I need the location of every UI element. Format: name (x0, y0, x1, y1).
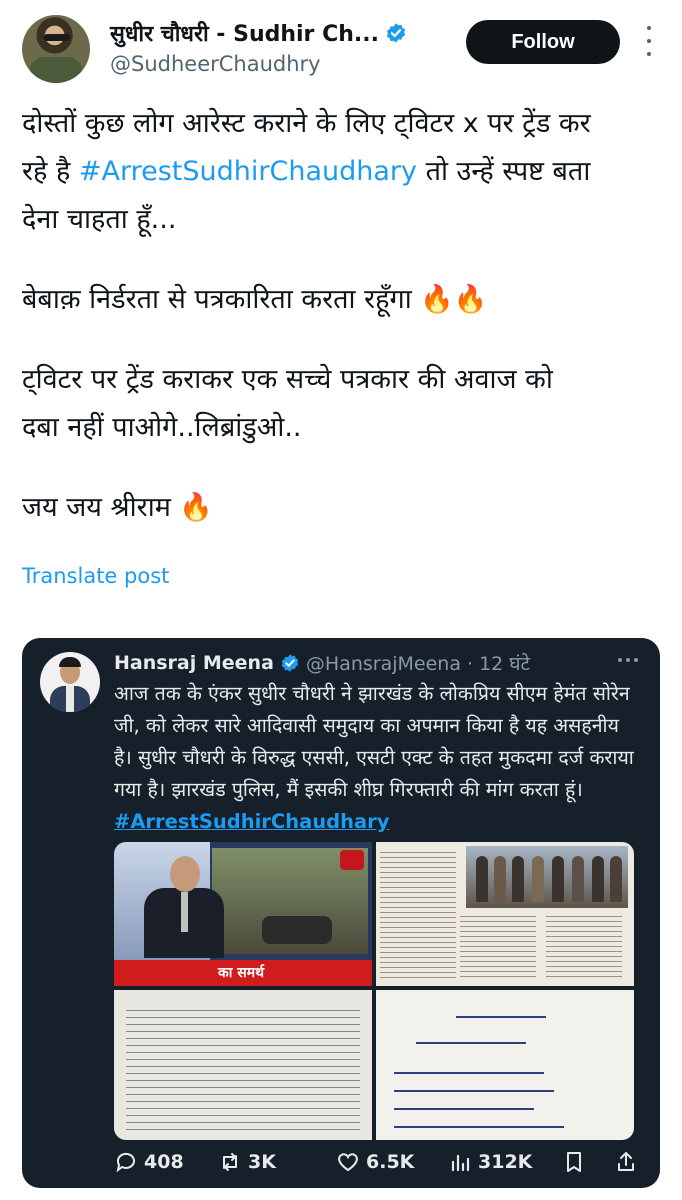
newspaper-clipping-image (376, 842, 634, 986)
quoted-author-name: Hansraj Meena (114, 652, 274, 674)
quoted-post-text: आज तक के एंकर सुधीर चौधरी ने झारखंड के ल… (114, 678, 640, 838)
translate-post-link[interactable]: Translate post (22, 564, 169, 588)
repost-stat: 3K (218, 1150, 276, 1174)
author-display-name[interactable]: सुधीर चौधरी - Sudhir Ch... (110, 18, 379, 48)
post-paragraph-4: जय जय श्रीराम 🔥 (22, 492, 214, 523)
post-paragraph-2: बेबाक़ निर्डरता से पत्रकारिता करता रहूँग… (22, 284, 488, 315)
post-header: सुधीर चौधरी - Sudhir Ch... @SudheerChaud… (0, 0, 682, 90)
hashtag-link[interactable]: #ArrestSudhirChaudhary (79, 156, 417, 187)
complaint-letter-image (114, 990, 372, 1140)
post-paragraph-3-line-1: ट्विटर पर ट्रेंड कराकर एक सच्चे पत्रकार … (22, 364, 553, 395)
signature-list-image (376, 990, 634, 1140)
verified-badge-icon (281, 654, 299, 672)
reply-icon (116, 1152, 135, 1173)
post-paragraph-3-line-2: दबा नहीं पाओगे..लिब्रांडुओ.. (22, 412, 302, 443)
more-options-icon[interactable] (636, 26, 662, 56)
like-stat: 6.5K (336, 1150, 414, 1174)
reply-count: 408 (144, 1151, 184, 1173)
bookmark-icon (567, 1152, 581, 1172)
author-name-row: सुधीर चौधरी - Sudhir Ch... (110, 18, 407, 48)
post-line-2-start: रहे है (22, 156, 79, 187)
news-anchor-image: का समर्थ (114, 842, 372, 986)
reply-stat: 408 (114, 1150, 184, 1174)
more-options-icon (618, 658, 638, 662)
author-handle[interactable]: @SudheerChaudhry (110, 52, 321, 76)
share-icon (618, 1152, 634, 1171)
like-icon (338, 1153, 358, 1172)
avatar-jacket-shape (30, 57, 82, 83)
post-text: दोस्तों कुछ लोग आरेस्ट कराने के लिए ट्वि… (22, 100, 662, 532)
channel-logo-icon (340, 850, 364, 870)
repost-count: 3K (248, 1151, 276, 1173)
author-avatar[interactable] (22, 15, 90, 83)
views-icon (451, 1154, 470, 1172)
views-count: 312K (478, 1151, 533, 1173)
post-line-2: रहे है #ArrestSudhirChaudhary तो उन्हें … (22, 148, 662, 196)
quoted-post-image[interactable]: Hansraj Meena @HansrajMeena · 12 घंटे आज… (22, 638, 660, 1188)
post-line-1: दोस्तों कुछ लोग आरेस्ट कराने के लिए ट्वि… (22, 108, 591, 139)
quoted-post-header: Hansraj Meena @HansrajMeena · 12 घंटे (114, 650, 530, 676)
verified-badge-icon (386, 23, 406, 43)
repost-icon (223, 1153, 237, 1171)
quoted-hashtag: #ArrestSudhirChaudhary (114, 810, 390, 833)
post-line-3: देना चाहता हूँ... (22, 204, 177, 235)
avatar-sunglasses-shape (44, 34, 70, 41)
follow-button[interactable]: Follow (466, 20, 620, 64)
share-stat (614, 1150, 638, 1174)
quoted-media-grid: का समर्थ (114, 842, 634, 1140)
like-count: 6.5K (366, 1151, 415, 1173)
quoted-author-handle: @HansrajMeena · 12 घंटे (305, 653, 531, 675)
bookmark-stat (562, 1150, 586, 1174)
quoted-action-bar: 408 3K 6.5K 312K (114, 1150, 654, 1180)
quoted-author-avatar (40, 652, 100, 712)
quoted-post-body: आज तक के एंकर सुधीर चौधरी ने झारखंड के ल… (114, 682, 634, 801)
post-line-2-end: तो उन्हें स्पष्ट बता (416, 156, 591, 187)
views-stat: 312K (448, 1150, 532, 1174)
media-caption: का समर्थ (218, 965, 265, 981)
